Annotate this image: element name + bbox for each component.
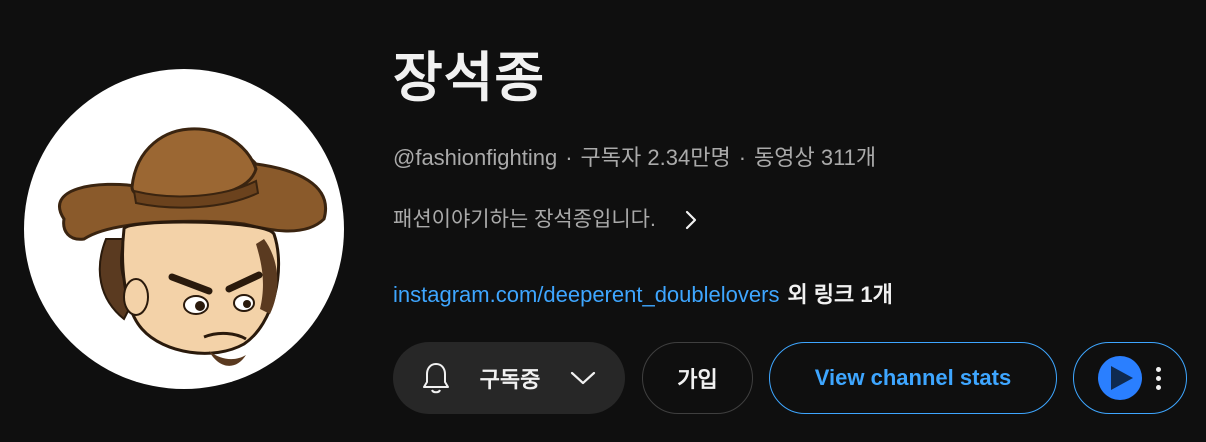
meta-separator: · bbox=[738, 145, 747, 170]
cowboy-avatar-image bbox=[58, 127, 328, 366]
video-count: 동영상 311개 bbox=[754, 145, 877, 170]
subscriber-count: 구독자 2.34만명 bbox=[580, 145, 731, 170]
channel-description[interactable]: 패션이야기하는 장석종입니다. bbox=[393, 205, 702, 235]
channel-name: 장석종 bbox=[393, 48, 546, 108]
channel-handle: @fashionfighting bbox=[393, 145, 558, 170]
join-label: 가입 bbox=[677, 367, 718, 392]
more-links[interactable]: 외 링크 1개 bbox=[787, 282, 892, 307]
meta-separator: · bbox=[565, 145, 573, 170]
channel-header: 장석종 @fashionfighting · 구독자 2.34만명 · 동영상 311개… bbox=[0, 0, 1206, 442]
bell-icon bbox=[421, 361, 451, 395]
channel-meta: @fashionfighting · 구독자 2.34만명 · 동영상 311개 bbox=[393, 143, 876, 173]
chevron-down-icon bbox=[569, 368, 597, 388]
join-button[interactable]: 가입 bbox=[642, 342, 753, 414]
view-channel-stats-button[interactable]: View channel stats bbox=[769, 342, 1057, 414]
chevron-right-icon[interactable] bbox=[680, 209, 702, 231]
subscribed-label: 구독중 bbox=[479, 367, 541, 392]
iq-extension-icon bbox=[1098, 356, 1142, 400]
channel-avatar[interactable] bbox=[24, 69, 344, 389]
description-text: 패션이야기하는 장석종입니다. bbox=[393, 208, 656, 231]
subscribed-button[interactable]: 구독중 bbox=[393, 342, 625, 414]
view-channel-stats-label: View channel stats bbox=[814, 365, 1012, 390]
more-vert-icon[interactable] bbox=[1156, 366, 1161, 390]
channel-info: 장석종 @fashionfighting · 구독자 2.34만명 · 동영상 311개… bbox=[393, 0, 1206, 442]
channel-link[interactable]: instagram.com/deeperent_doublelovers bbox=[393, 282, 779, 307]
extension-button[interactable] bbox=[1073, 342, 1187, 414]
channel-links: instagram.com/deeperent_doublelovers 외 링크… bbox=[393, 280, 893, 310]
